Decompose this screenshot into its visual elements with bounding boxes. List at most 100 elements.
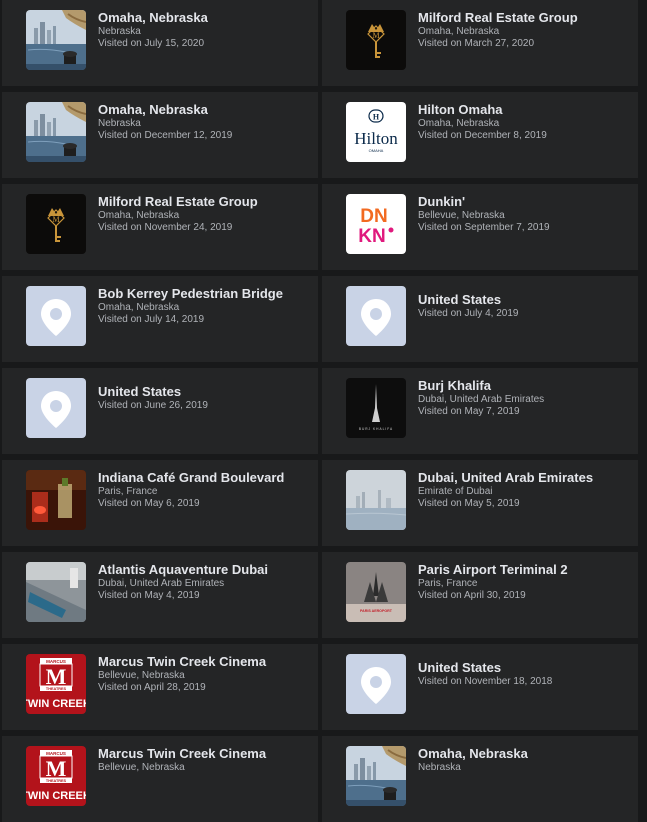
visited-date: Visited on July 4, 2019 bbox=[418, 308, 519, 319]
place-card[interactable]: United States Visited on July 4, 2019 bbox=[322, 276, 638, 362]
place-title[interactable]: Omaha, Nebraska bbox=[98, 10, 310, 26]
place-card[interactable]: Indiana Café Grand Boulevard Paris, Fran… bbox=[2, 460, 318, 546]
place-location: Paris, France bbox=[98, 486, 158, 497]
place-location: Bellevue, Nebraska bbox=[98, 670, 185, 681]
map-pin-icon[interactable] bbox=[346, 654, 406, 714]
place-location: Omaha, Nebraska bbox=[418, 26, 500, 37]
place-card[interactable]: BURJ KHALIFA Burj Khalifa Dubai, United … bbox=[322, 368, 638, 454]
place-card[interactable]: PARIS AEROPORT Paris Airport Teriminal 2… bbox=[322, 552, 638, 638]
place-location: Paris, France bbox=[418, 578, 478, 589]
place-details: Dunkin' Bellevue, Nebraska Visited on Se… bbox=[418, 194, 630, 234]
svg-text:M: M bbox=[46, 756, 67, 781]
place-card[interactable]: MARCUS M THEATRES TWIN CREEK Marcus Twin… bbox=[2, 644, 318, 730]
place-title[interactable]: Milford Real Estate Group bbox=[418, 10, 630, 26]
place-details: Hilton Omaha Omaha, Nebraska Visited on … bbox=[418, 102, 630, 142]
place-card[interactable]: M Milford Real Estate Group Omaha, Nebra… bbox=[322, 0, 638, 86]
map-pin-icon[interactable] bbox=[26, 286, 86, 346]
place-card[interactable]: Atlantis Aquaventure Dubai Dubai, United… bbox=[2, 552, 318, 638]
visited-date: Visited on May 5, 2019 bbox=[418, 498, 520, 509]
place-details: Omaha, Nebraska Nebraska Visited on Dece… bbox=[98, 102, 310, 142]
milford-logo-thumbnail[interactable]: M bbox=[346, 10, 406, 70]
place-details: Marcus Twin Creek Cinema Bellevue, Nebra… bbox=[98, 746, 310, 774]
omaha-skyline-photo-thumbnail[interactable] bbox=[346, 746, 406, 806]
place-location: Nebraska bbox=[418, 762, 461, 773]
place-title[interactable]: Dunkin' bbox=[418, 194, 630, 210]
place-card[interactable]: United States Visited on June 26, 2019 bbox=[2, 368, 318, 454]
place-details: Milford Real Estate Group Omaha, Nebrask… bbox=[418, 10, 630, 50]
place-card[interactable]: M Milford Real Estate Group Omaha, Nebra… bbox=[2, 184, 318, 270]
svg-text:TWIN CREEK: TWIN CREEK bbox=[26, 698, 86, 710]
place-card[interactable]: Bob Kerrey Pedestrian Bridge Omaha, Nebr… bbox=[2, 276, 318, 362]
place-details: Paris Airport Teriminal 2 Paris, France … bbox=[418, 562, 630, 602]
place-card[interactable]: DN KN Dunkin' Bellevue, Nebraska Visited… bbox=[322, 184, 638, 270]
place-title[interactable]: Burj Khalifa bbox=[418, 378, 630, 394]
place-title[interactable]: Marcus Twin Creek Cinema bbox=[98, 746, 310, 762]
place-details: Milford Real Estate Group Omaha, Nebrask… bbox=[98, 194, 310, 234]
map-pin-icon[interactable] bbox=[26, 378, 86, 438]
place-title[interactable]: Atlantis Aquaventure Dubai bbox=[98, 562, 310, 578]
svg-text:M: M bbox=[52, 215, 59, 224]
omaha-skyline-photo-thumbnail[interactable] bbox=[26, 102, 86, 162]
place-location: Bellevue, Nebraska bbox=[98, 762, 185, 773]
visited-date: Visited on March 27, 2020 bbox=[418, 38, 535, 49]
visited-date: Visited on December 12, 2019 bbox=[98, 130, 233, 141]
svg-text:DN: DN bbox=[360, 206, 387, 227]
svg-text:OMAHA: OMAHA bbox=[369, 148, 384, 153]
place-title[interactable]: Omaha, Nebraska bbox=[98, 102, 310, 118]
visited-date: Visited on September 7, 2019 bbox=[418, 222, 550, 233]
place-title[interactable]: Omaha, Nebraska bbox=[418, 746, 630, 762]
map-pin-icon[interactable] bbox=[346, 286, 406, 346]
place-title[interactable]: Hilton Omaha bbox=[418, 102, 630, 118]
visited-date: Visited on May 4, 2019 bbox=[98, 590, 200, 601]
omaha-skyline-photo-thumbnail[interactable] bbox=[26, 10, 86, 70]
hilton-logo-thumbnail[interactable]: H Hilton OMAHA bbox=[346, 102, 406, 162]
place-card[interactable]: Omaha, Nebraska Nebraska Visited on Dece… bbox=[2, 92, 318, 178]
place-location: Omaha, Nebraska bbox=[418, 118, 500, 129]
place-details: Omaha, Nebraska Nebraska Visited on July… bbox=[98, 10, 310, 50]
place-title[interactable]: Indiana Café Grand Boulevard bbox=[98, 470, 310, 486]
place-title[interactable]: United States bbox=[418, 660, 630, 676]
place-details: Burj Khalifa Dubai, United Arab Emirates… bbox=[418, 378, 630, 418]
place-title[interactable]: Bob Kerrey Pedestrian Bridge bbox=[98, 286, 310, 302]
svg-text:PARIS AEROPORT: PARIS AEROPORT bbox=[360, 609, 393, 613]
visited-date: Visited on April 28, 2019 bbox=[98, 682, 206, 693]
milford-logo-thumbnail[interactable]: M bbox=[26, 194, 86, 254]
svg-text:M: M bbox=[46, 664, 67, 689]
dubai-skyline-photo-thumbnail[interactable] bbox=[346, 470, 406, 530]
marcus-twin-creek-logo-thumbnail[interactable]: MARCUS M THEATRES TWIN CREEK bbox=[26, 654, 86, 714]
place-card[interactable]: H Hilton OMAHA Hilton Omaha Omaha, Nebra… bbox=[322, 92, 638, 178]
place-title[interactable]: Marcus Twin Creek Cinema bbox=[98, 654, 310, 670]
place-card[interactable]: MARCUS M THEATRES TWIN CREEK Marcus Twin… bbox=[2, 736, 318, 822]
svg-text:THEATRES: THEATRES bbox=[46, 687, 67, 691]
place-title[interactable]: Milford Real Estate Group bbox=[98, 194, 310, 210]
marcus-twin-creek-logo-thumbnail[interactable]: MARCUS M THEATRES TWIN CREEK bbox=[26, 746, 86, 806]
cafe-photo-thumbnail[interactable] bbox=[26, 470, 86, 530]
svg-text:M: M bbox=[372, 31, 379, 40]
place-title[interactable]: United States bbox=[418, 292, 630, 308]
svg-text:BURJ KHALIFA: BURJ KHALIFA bbox=[359, 427, 393, 431]
visited-date: Visited on April 30, 2019 bbox=[418, 590, 526, 601]
place-title[interactable]: Paris Airport Teriminal 2 bbox=[418, 562, 630, 578]
visited-date: Visited on November 24, 2019 bbox=[98, 222, 233, 233]
place-details: Indiana Café Grand Boulevard Paris, Fran… bbox=[98, 470, 310, 510]
place-details: United States Visited on July 4, 2019 bbox=[418, 292, 630, 320]
place-location: Dubai, United Arab Emirates bbox=[418, 394, 545, 405]
svg-text:TWIN CREEK: TWIN CREEK bbox=[26, 790, 86, 802]
visited-date: Visited on July 14, 2019 bbox=[98, 314, 205, 325]
aquaventure-photo-thumbnail[interactable] bbox=[26, 562, 86, 622]
place-title[interactable]: United States bbox=[98, 384, 310, 400]
svg-text:THEATRES: THEATRES bbox=[46, 779, 67, 783]
visited-places-grid: Omaha, Nebraska Nebraska Visited on July… bbox=[0, 0, 647, 822]
place-card[interactable]: United States Visited on November 18, 20… bbox=[322, 644, 638, 730]
place-card[interactable]: Omaha, Nebraska Nebraska Visited on July… bbox=[2, 0, 318, 86]
place-location: Nebraska bbox=[98, 118, 141, 129]
place-card[interactable]: Omaha, Nebraska Nebraska bbox=[322, 736, 638, 822]
place-details: Marcus Twin Creek Cinema Bellevue, Nebra… bbox=[98, 654, 310, 694]
place-card[interactable]: Dubai, United Arab Emirates Emirate of D… bbox=[322, 460, 638, 546]
place-location: Omaha, Nebraska bbox=[98, 210, 180, 221]
burj-khalifa-logo-thumbnail[interactable]: BURJ KHALIFA bbox=[346, 378, 406, 438]
paris-aeroport-logo-thumbnail[interactable]: PARIS AEROPORT bbox=[346, 562, 406, 622]
place-title[interactable]: Dubai, United Arab Emirates bbox=[418, 470, 630, 486]
dunkin-logo-thumbnail[interactable]: DN KN bbox=[346, 194, 406, 254]
visited-date: Visited on July 15, 2020 bbox=[98, 38, 205, 49]
